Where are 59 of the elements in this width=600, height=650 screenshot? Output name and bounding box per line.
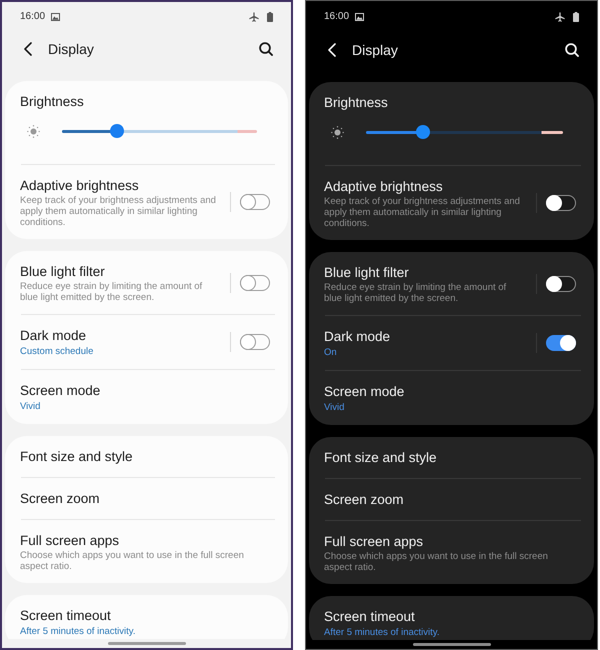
setting-title[interactable]: Screen timeout [324,607,415,626]
setting-description: Reduce eye strain by limiting the amount of blue light emitted by the screen. [20,281,204,303]
sun-icon [27,124,40,138]
slider-thumb[interactable] [416,125,430,139]
setting-title[interactable]: Full screen apps [20,531,120,550]
setting-title[interactable]: Screen timeout [20,606,111,625]
setting-title: Brightness [324,94,388,112]
setting-title: Brightness [20,93,84,111]
setting-value: Custom schedule [20,345,94,358]
page-title: Display [48,40,94,58]
battery-icon [573,12,579,22]
setting-title[interactable]: Font size and style [324,448,437,467]
setting-title[interactable]: Full screen apps [324,532,424,551]
setting-title[interactable]: Font size and style [20,447,133,466]
setting-description: Reduce eye strain by limiting the amount of blue light emitted by the screen. [324,282,508,304]
toggle-switch[interactable] [546,195,576,211]
setting-value: Vivid [324,401,344,414]
setting-title[interactable]: Screen zoom [20,489,100,508]
setting-title[interactable]: Screen mode [324,382,404,401]
setting-title[interactable]: Dark mode [20,326,86,345]
toggle-switch[interactable] [546,276,576,292]
picture-icon [355,13,364,21]
setting-value: After 5 minutes of inactivity. [324,626,440,639]
setting-description: Keep track of your brightness adjustments and apply them automatically in similar lighting conditions. [324,196,521,229]
setting-title[interactable]: Blue light filter [20,262,105,281]
setting-value: Vivid [20,400,40,413]
back-button[interactable] [24,42,32,56]
setting-title[interactable]: Screen zoom [324,490,404,509]
page-title: Display [352,41,398,59]
search-icon [259,42,273,56]
setting-title[interactable]: Dark mode [324,327,390,346]
sun-icon [331,126,344,138]
brightness-slider[interactable] [62,124,257,138]
setting-title[interactable]: Blue light filter [324,263,409,282]
airplane-icon [249,12,259,22]
status-time: 16:00 [324,11,350,23]
search-button[interactable] [259,42,273,56]
toggle-switch[interactable] [240,274,270,290]
setting-value: After 5 minutes of inactivity. [20,625,136,638]
setting-description: Choose which apps you want to use in the full screen aspect ratio. [324,551,549,573]
picture-icon [51,13,60,21]
toggle-switch[interactable] [546,335,576,351]
chevron-left-icon [24,42,32,56]
brightness-slider[interactable] [366,125,563,139]
setting-value: On [324,346,337,359]
battery-icon [267,12,273,22]
slider-thumb[interactable] [110,124,124,138]
search-icon [565,43,579,57]
status-time: 16:00 [20,11,46,23]
toggle-switch[interactable] [240,334,270,350]
search-button[interactable] [565,43,579,57]
toggle-switch[interactable] [240,194,270,210]
setting-description: Choose which apps you want to use in the full screen aspect ratio. [20,550,245,572]
setting-title[interactable]: Adaptive brightness [20,176,139,195]
airplane-icon [555,12,565,22]
chevron-left-icon [328,43,336,57]
setting-title[interactable]: Screen mode [20,381,100,400]
setting-description: Keep track of your brightness adjustments and apply them automatically in similar lighting conditions. [20,195,217,228]
setting-title[interactable]: Adaptive brightness [324,177,443,196]
